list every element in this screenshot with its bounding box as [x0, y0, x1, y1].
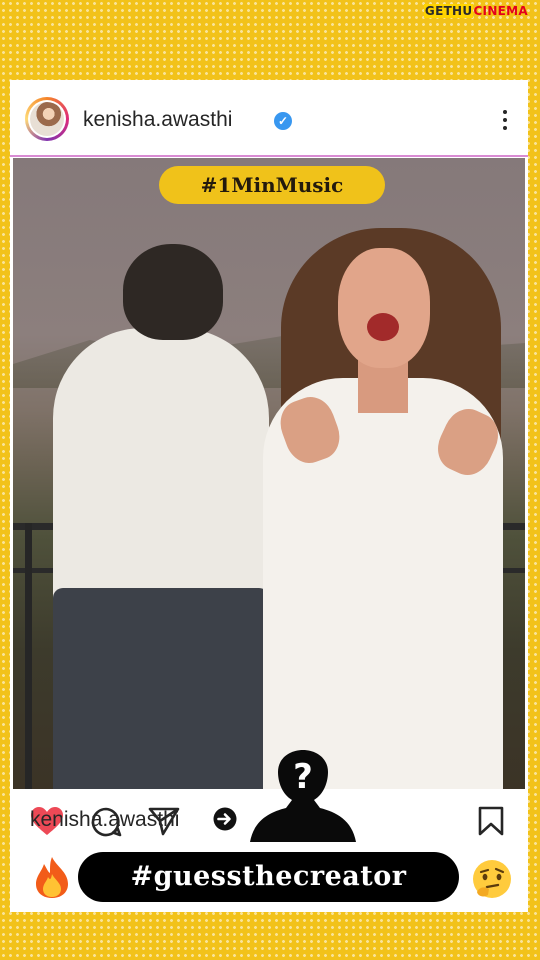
hashtag-pill-top: #1MinMusic: [159, 166, 385, 204]
svg-text:?: ?: [293, 757, 313, 797]
arrow-right-circle-icon: [213, 807, 237, 831]
post-media[interactable]: #1MinMusic: [13, 158, 525, 789]
hashtag-pill-bottom: #guessthecreator: [78, 852, 459, 902]
post-username[interactable]: kenisha.awasthi: [83, 108, 232, 132]
save-bookmark-icon[interactable]: [478, 806, 504, 836]
verified-badge-icon: ✓: [274, 112, 292, 130]
avatar[interactable]: [25, 97, 69, 141]
watermark-logo: GETHUCINEMA: [423, 4, 528, 18]
footer-username[interactable]: kenisha.awasthi: [30, 808, 179, 832]
more-options-icon[interactable]: [502, 110, 508, 134]
post-card: kenisha.awasthi ✓ #1MinMusic kenisha.awa…: [10, 80, 528, 912]
thinking-face-emoji-icon: [473, 860, 511, 898]
mystery-person-silhouette-icon: ?: [250, 750, 356, 842]
post-header: kenisha.awasthi ✓: [10, 80, 528, 156]
man-figure: [53, 328, 269, 618]
fire-emoji-icon: [36, 857, 68, 898]
header-divider: [10, 155, 528, 157]
avatar-photo: [30, 102, 64, 136]
